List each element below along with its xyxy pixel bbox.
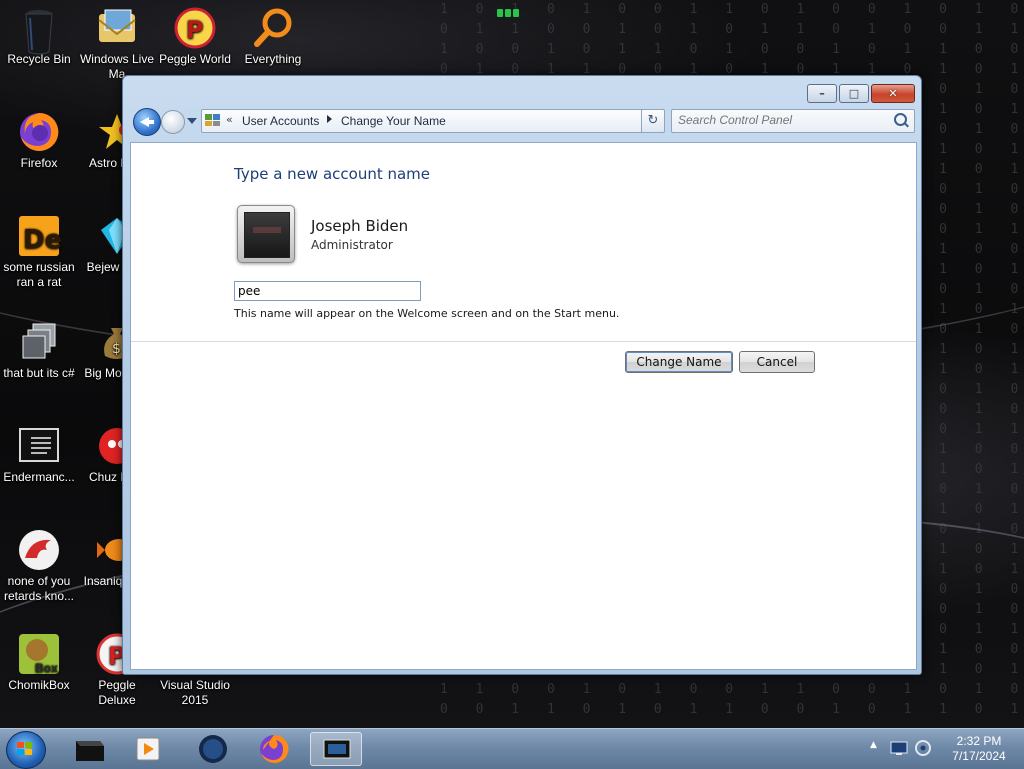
cancel-button[interactable]: Cancel [739, 351, 815, 373]
clock-date: 7/17/2024 [952, 749, 1006, 763]
forward-button[interactable] [161, 110, 185, 134]
recent-pages-dropdown-icon[interactable] [187, 118, 197, 124]
content-pane: Type a new account name Joseph Biden Adm… [130, 142, 917, 670]
de-app-icon: De [17, 214, 62, 258]
breadcrumb-change-your-name[interactable]: Change Your Name [341, 114, 446, 128]
desktop-icon-some-russian[interactable]: De some russian ran a rat [0, 214, 78, 290]
mail-icon [95, 6, 139, 50]
change-name-window: – □ ✕ « User Accounts Change Your Name ↻… [122, 75, 922, 675]
divider [131, 341, 916, 342]
terminal-icon [17, 424, 61, 468]
binary-row: 0 1 1 0 0 1 0 1 0 1 1 0 1 0 0 1 1 0 0 1 [440, 22, 1018, 37]
desktop-icon-everything[interactable]: Everything [234, 6, 312, 67]
media-player-icon [136, 737, 160, 761]
name-hint-text: This name will appear on the Welcome scr… [234, 307, 620, 320]
recycle-bin-icon [17, 6, 61, 55]
desktop-icon-peggle-world[interactable]: P Peggle World [156, 6, 234, 67]
change-name-button[interactable]: Change Name [625, 351, 733, 373]
account-type: Administrator [311, 238, 393, 252]
taskbar-app-firefox[interactable] [248, 732, 300, 766]
svg-text:Box: Box [35, 661, 58, 675]
control-panel-window-icon [323, 739, 351, 759]
volume-icon[interactable] [914, 739, 932, 757]
desktop-icon-endermanch[interactable]: Endermanc... [0, 424, 78, 485]
maximize-icon: □ [848, 87, 860, 100]
search-input[interactable] [678, 112, 883, 128]
navigation-bar: « User Accounts Change Your Name ↻ [131, 106, 915, 136]
firefox-icon [260, 734, 289, 763]
taskbar-app-control-panel-active[interactable] [310, 732, 362, 766]
desktop-icon-that-but-csharp[interactable]: that but its c# [0, 320, 78, 381]
taskbar-app-black-box[interactable] [64, 732, 116, 766]
control-panel-icon [205, 113, 221, 127]
desktop-icon-windows-live-mail[interactable]: Windows Live Ma [78, 6, 156, 82]
chomikbox-icon: Box [17, 632, 61, 676]
windows-logo-icon [17, 742, 33, 756]
taskbar: ▲ 2:32 PM 7/17/2024 [0, 728, 1024, 769]
breadcrumb-user-accounts[interactable]: User Accounts [242, 114, 319, 128]
close-button[interactable]: ✕ [871, 84, 915, 103]
svg-text:De: De [23, 225, 61, 255]
search-box[interactable] [671, 109, 915, 133]
show-hidden-icons-icon[interactable]: ▲ [870, 740, 877, 750]
search-icon[interactable] [894, 113, 907, 126]
black-box-icon [76, 741, 104, 761]
account-picture [237, 205, 295, 263]
svg-text:$: $ [112, 341, 121, 357]
account-picture-image [244, 212, 290, 258]
minimize-icon: – [819, 87, 825, 100]
clock-time: 2:32 PM [956, 734, 1002, 748]
desktop-icon-chomikbox[interactable]: Box ChomikBox [0, 632, 78, 693]
minimize-button[interactable]: – [807, 84, 837, 103]
breadcrumb-separator-icon[interactable] [327, 115, 332, 123]
page-title: Type a new account name [234, 165, 431, 183]
firefox-icon [17, 110, 61, 154]
new-account-name-input[interactable] [234, 281, 421, 301]
desktop-icon-recycle-bin[interactable]: Recycle Bin [0, 6, 78, 67]
globe-icon [199, 735, 227, 763]
network-icon[interactable] [890, 740, 908, 756]
clock[interactable]: 2:32 PM 7/17/2024 [944, 734, 1014, 764]
desktop-icon-none-of-you[interactable]: none of you retards kno... [0, 528, 78, 604]
close-icon: ✕ [888, 87, 898, 100]
breadcrumb-overflow-icon[interactable]: « [226, 113, 233, 126]
account-name: Joseph Biden [311, 217, 409, 235]
magnifier-icon [251, 6, 295, 50]
taskbar-app-media-player[interactable] [122, 732, 174, 766]
desktop-icon-firefox[interactable]: Firefox [0, 110, 78, 171]
address-bar[interactable]: « User Accounts Change Your Name [201, 109, 663, 133]
peggle-world-icon: P [173, 6, 217, 50]
maximize-button[interactable]: □ [839, 84, 869, 103]
start-button[interactable] [6, 731, 46, 769]
binary-row: 1 0 1 0 1 0 0 1 1 0 1 0 0 1 0 1 0 1 1 0 [440, 2, 1018, 17]
green-indicator-icon [497, 6, 527, 18]
stacked-windows-icon [17, 320, 61, 364]
taskbar-app-globe[interactable] [186, 732, 238, 766]
back-button[interactable] [133, 108, 161, 136]
refresh-button[interactable]: ↻ [641, 109, 665, 133]
svg-text:P: P [186, 16, 204, 44]
dragon-logo-icon [17, 528, 61, 572]
window-caption-buttons: – □ ✕ [807, 84, 915, 103]
